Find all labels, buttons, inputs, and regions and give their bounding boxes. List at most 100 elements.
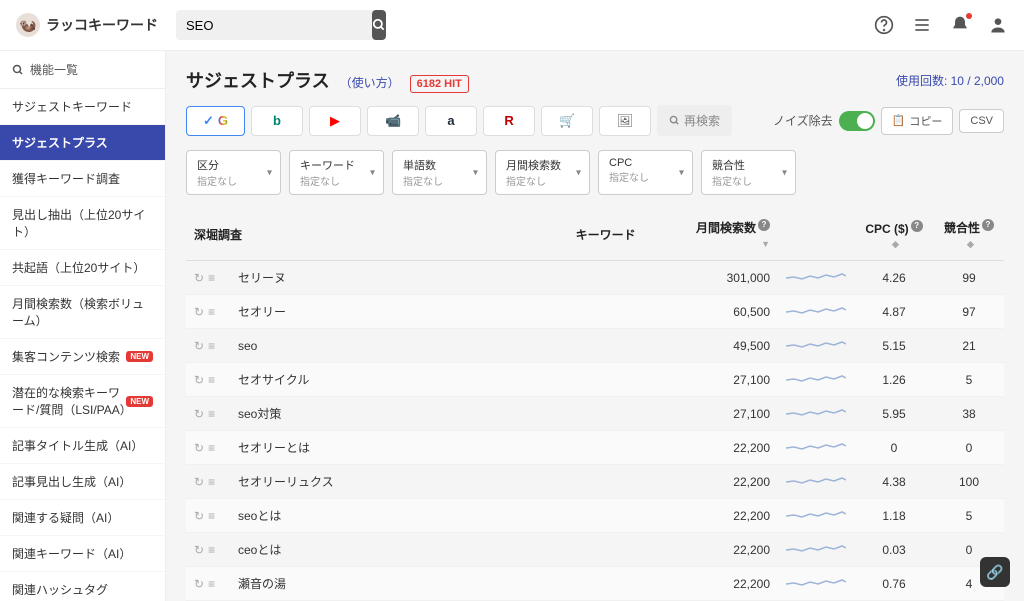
source-tab-0[interactable]: G	[186, 106, 245, 136]
keyword-cell[interactable]: セオサイクル	[230, 363, 523, 397]
menu-icon[interactable]: ≡	[208, 441, 215, 455]
keyword-cell[interactable]: セオリー	[230, 295, 523, 329]
filter-2[interactable]: 単語数指定なし	[392, 150, 487, 195]
page-title: サジェストプラス	[186, 67, 330, 93]
refresh-icon[interactable]: ↻	[194, 509, 204, 523]
filter-3[interactable]: 月間検索数指定なし	[495, 150, 590, 195]
keyword-cell[interactable]: seo	[230, 329, 523, 363]
volume-cell: 27,100	[688, 397, 778, 431]
app-name: ラッコキーワード	[46, 15, 158, 35]
sidebar-item-2[interactable]: 獲得キーワード調査	[0, 161, 165, 197]
menu-icon[interactable]: ≡	[208, 475, 215, 489]
usage-counter: 使用回数: 10 / 2,000	[896, 72, 1004, 89]
sidebar-item-10[interactable]: 関連する疑問（AI）	[0, 500, 165, 536]
sparkline	[778, 499, 854, 533]
research-button[interactable]: 再検索	[657, 105, 732, 136]
cpc-cell: 0.76	[854, 567, 934, 601]
volume-cell: 22,200	[688, 533, 778, 567]
cpc-cell: 4.26	[854, 261, 934, 295]
keyword-cell[interactable]: ceoとは	[230, 533, 523, 567]
sidebar-item-6[interactable]: 集客コンテンツ検索NEW	[0, 339, 165, 375]
keyword-cell[interactable]: セリーヌ	[230, 261, 523, 295]
refresh-icon[interactable]: ↻	[194, 475, 204, 489]
table-row: ↻≡ セオリーとは 22,200 0 0	[186, 431, 1004, 465]
keyword-cell[interactable]: 瀬音の湯	[230, 567, 523, 601]
results-table: 深堀調査 キーワード 月間検索数?▼ CPC ($)?◆ 競合性?◆ ↻ ≡ セリ…	[186, 209, 1004, 601]
bell-icon[interactable]	[950, 15, 970, 35]
source-tab-3[interactable]: 📹	[367, 106, 419, 136]
sidebar-item-8[interactable]: 記事タイトル生成（AI）	[0, 428, 165, 464]
volume-cell: 22,200	[688, 465, 778, 499]
sidebar-item-4[interactable]: 共起語（上位20サイト）	[0, 250, 165, 286]
refresh-icon[interactable]: ↻	[194, 577, 204, 591]
menu-icon[interactable]: ≡	[208, 305, 215, 319]
sidebar-item-9[interactable]: 記事見出し生成（AI）	[0, 464, 165, 500]
keyword-cell[interactable]: seoとは	[230, 499, 523, 533]
help-icon[interactable]	[874, 15, 894, 35]
table-row: ↻≡ seo 49,500 5.15 21	[186, 329, 1004, 363]
refresh-icon[interactable]: ↻	[194, 339, 204, 353]
refresh-icon[interactable]: ↻	[194, 305, 204, 319]
menu-icon[interactable]: ≡	[208, 373, 215, 387]
source-tab-1[interactable]: b	[251, 106, 303, 136]
menu-icon[interactable]: ≡	[208, 407, 215, 421]
volume-cell: 49,500	[688, 329, 778, 363]
sidebar-item-0[interactable]: サジェストキーワード	[0, 89, 165, 125]
refresh-icon[interactable]: ↻	[194, 543, 204, 557]
filter-5[interactable]: 競合性指定なし	[701, 150, 796, 195]
filter-1[interactable]: キーワード指定なし	[289, 150, 384, 195]
comp-cell: 5	[934, 363, 1004, 397]
refresh-icon[interactable]: ↻	[194, 441, 204, 455]
source-tab-5[interactable]: R	[483, 106, 535, 136]
copy-button[interactable]: 📋 コピー	[881, 107, 954, 135]
sidebar-header: 機能一覧	[0, 51, 165, 89]
refresh-icon[interactable]: ↻	[194, 407, 204, 421]
source-tab-2[interactable]: ▶	[309, 106, 361, 136]
sidebar-item-5[interactable]: 月間検索数（検索ボリューム）	[0, 286, 165, 339]
sidebar-item-1[interactable]: サジェストプラス	[0, 125, 165, 161]
menu-icon[interactable]: ≡	[208, 577, 215, 591]
sparkline	[778, 533, 854, 567]
cpc-cell: 1.18	[854, 499, 934, 533]
col-cpc[interactable]: CPC ($)?◆	[854, 209, 934, 261]
filter-4[interactable]: CPC指定なし	[598, 150, 693, 195]
search-button[interactable]	[372, 10, 386, 40]
source-tab-6[interactable]: 🛒	[541, 106, 593, 136]
refresh-icon[interactable]: ↻	[194, 271, 204, 285]
col-comp[interactable]: 競合性?◆	[934, 209, 1004, 261]
link-fab[interactable]: 🔗	[980, 557, 1010, 587]
sidebar-item-11[interactable]: 関連キーワード（AI）	[0, 536, 165, 572]
col-deep[interactable]: 深堀調査	[186, 209, 523, 261]
menu-icon[interactable]: ≡	[208, 339, 215, 353]
menu-icon[interactable]: ≡	[208, 543, 215, 557]
noise-filter: ノイズ除去	[773, 111, 875, 131]
sidebar-item-12[interactable]: 関連ハッシュタグ	[0, 572, 165, 601]
csv-button[interactable]: CSV	[959, 109, 1004, 133]
col-keyword[interactable]: キーワード	[523, 209, 688, 261]
volume-cell: 301,000	[688, 261, 778, 295]
col-volume[interactable]: 月間検索数?▼	[688, 209, 778, 261]
help-link[interactable]: （使い方）	[340, 74, 400, 91]
menu-icon[interactable]: ≡	[208, 509, 215, 523]
keyword-cell[interactable]: セオリーリュクス	[230, 465, 523, 499]
source-tab-4[interactable]: a	[425, 106, 477, 136]
keyword-cell[interactable]: セオリーとは	[230, 431, 523, 465]
filter-0[interactable]: 区分指定なし	[186, 150, 281, 195]
sidebar-item-3[interactable]: 見出し抽出（上位20サイト）	[0, 197, 165, 250]
sparkline	[778, 261, 854, 295]
user-icon[interactable]	[988, 15, 1008, 35]
refresh-icon[interactable]: ↻	[194, 373, 204, 387]
comp-cell: 0	[934, 431, 1004, 465]
table-row: ↻≡ seoとは 22,200 1.18 5	[186, 499, 1004, 533]
logo[interactable]: 🦦 ラッコキーワード	[16, 13, 166, 37]
sidebar-item-7[interactable]: 潜在的な検索キーワード/質問（LSI/PAA）NEW	[0, 375, 165, 428]
keyword-cell[interactable]: seo対策	[230, 397, 523, 431]
menu-icon[interactable]: ≡	[208, 271, 215, 285]
comp-cell: 100	[934, 465, 1004, 499]
noise-toggle[interactable]	[839, 111, 875, 131]
search-input[interactable]	[176, 11, 372, 40]
sparkline	[778, 397, 854, 431]
menu-icon[interactable]	[912, 15, 932, 35]
sparkline	[778, 295, 854, 329]
source-tab-7[interactable]: 🖼	[599, 106, 651, 136]
